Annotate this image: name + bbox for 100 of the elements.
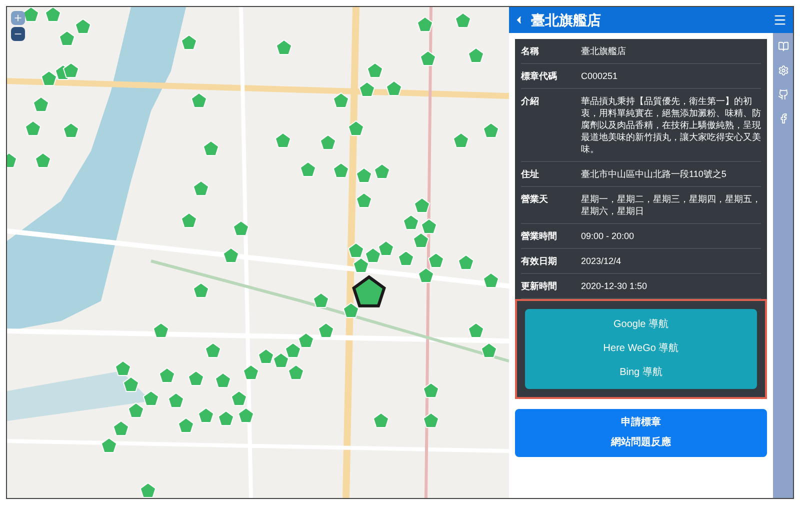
map-marker-icon[interactable] [100, 437, 118, 453]
map-marker-icon[interactable] [32, 96, 50, 112]
map-marker-icon[interactable] [348, 120, 364, 136]
map-marker-icon[interactable] [276, 39, 292, 55]
map-marker-icon[interactable] [122, 376, 140, 392]
map-marker-icon[interactable] [198, 407, 214, 423]
map-marker-icon[interactable] [372, 412, 390, 428]
map-marker-icon[interactable] [242, 364, 260, 380]
navigation-link[interactable]: Google 導航 [613, 313, 669, 337]
map-marker-icon[interactable] [378, 240, 394, 256]
map-marker-icon[interactable] [190, 92, 208, 108]
map-marker-icon[interactable] [374, 163, 390, 179]
map-marker-icon[interactable] [398, 250, 414, 266]
map-marker-icon[interactable] [192, 282, 210, 298]
map-marker-icon[interactable] [482, 272, 500, 288]
map-marker-icon[interactable] [202, 140, 220, 156]
map-marker-icon[interactable] [158, 367, 176, 383]
map-marker-icon[interactable] [418, 267, 434, 283]
map-marker-icon[interactable] [358, 81, 376, 97]
map-marker-icon[interactable] [40, 70, 58, 86]
github-icon[interactable] [778, 89, 788, 100]
zoom-out-button[interactable] [11, 27, 25, 41]
action-link[interactable]: 申請標章 [621, 413, 661, 433]
map-marker-icon[interactable] [188, 370, 204, 386]
map-marker-icon[interactable] [62, 122, 80, 138]
map-marker-icon[interactable] [230, 390, 248, 406]
map-marker-icon[interactable] [22, 7, 40, 22]
map-marker-icon[interactable] [420, 50, 436, 66]
map-marker-icon[interactable] [458, 254, 474, 270]
map-marker-icon[interactable] [44, 7, 62, 22]
map-marker-icon[interactable] [114, 360, 132, 376]
map-marker-icon[interactable] [366, 62, 384, 78]
map-marker-icon[interactable] [468, 47, 484, 63]
map-marker-icon[interactable] [238, 407, 254, 423]
map-marker-icon[interactable] [218, 410, 234, 426]
action-link[interactable]: 網站問題反應 [611, 433, 671, 453]
map-marker-icon[interactable] [332, 92, 350, 108]
map-marker-icon[interactable] [356, 192, 372, 208]
map-marker-icon[interactable] [300, 161, 316, 177]
map-marker-icon[interactable] [352, 257, 370, 273]
map-marker-icon[interactable] [412, 232, 430, 248]
map-marker-icon[interactable] [356, 167, 372, 183]
map-marker-icon[interactable] [232, 220, 250, 236]
book-icon[interactable] [778, 41, 788, 52]
map-marker-icon[interactable] [428, 252, 444, 268]
map-marker-icon[interactable] [452, 132, 470, 148]
detail-label: 住址 [521, 168, 540, 180]
settings-icon[interactable] [778, 65, 788, 76]
map-marker-icon[interactable] [62, 62, 80, 78]
map-marker-icon[interactable] [74, 18, 92, 34]
map-marker-icon[interactable] [258, 348, 274, 364]
map-marker-icon[interactable] [298, 332, 314, 348]
panel-title: 臺北旗艦店 [531, 10, 602, 30]
map-marker-icon[interactable] [284, 342, 302, 358]
detail-value: 09:00 - 20:00 [581, 230, 636, 242]
map-marker-icon[interactable] [214, 372, 232, 388]
map-marker-icon[interactable] [204, 342, 222, 358]
map-marker-icon[interactable] [480, 342, 498, 358]
navigation-link[interactable]: Here WeGo 導航 [603, 337, 679, 361]
map-marker-icon[interactable] [312, 292, 330, 308]
map-marker-icon[interactable] [274, 132, 292, 148]
map-marker-icon[interactable] [364, 247, 382, 263]
map-marker-icon[interactable] [420, 218, 438, 234]
map-marker-icon[interactable] [24, 120, 42, 136]
map-marker-icon[interactable] [288, 364, 304, 380]
map-marker-icon[interactable] [180, 212, 198, 228]
detail-label: 名稱 [521, 45, 540, 57]
map-marker-icon[interactable] [348, 242, 364, 258]
detail-label: 標章代碼 [521, 70, 558, 82]
map-marker-icon[interactable] [272, 352, 290, 368]
map-marker-icon[interactable] [34, 152, 52, 168]
map-marker-icon[interactable] [178, 417, 194, 433]
map-marker-icon[interactable] [7, 152, 18, 168]
map-marker-icon[interactable] [58, 30, 76, 46]
map-marker-icon[interactable] [342, 302, 360, 318]
map-marker-icon[interactable] [128, 402, 144, 418]
map-marker-icon[interactable] [180, 34, 198, 50]
map-marker-icon[interactable] [192, 180, 210, 196]
detail-value: 2023/12/4 [581, 255, 622, 267]
map-marker-icon[interactable] [468, 322, 484, 338]
navigation-link[interactable]: Bing 導航 [620, 361, 662, 385]
map-marker-icon[interactable] [454, 12, 472, 28]
map-marker-icon[interactable] [152, 322, 170, 338]
selected-marker-icon[interactable] [352, 275, 386, 308]
map-marker-icon[interactable] [416, 16, 434, 32]
map-marker-icon[interactable] [142, 390, 160, 406]
map-marker-icon[interactable] [422, 382, 440, 398]
map-marker-icon[interactable] [168, 392, 184, 408]
map-marker-icon[interactable] [422, 412, 440, 428]
menu-icon[interactable] [773, 13, 787, 27]
map-marker-icon[interactable] [222, 247, 240, 263]
detail-label: 營業天 [521, 193, 549, 206]
map-marker-icon[interactable] [386, 80, 402, 96]
map-marker-icon[interactable] [140, 482, 156, 498]
map-marker-icon[interactable] [320, 134, 336, 150]
map-marker-icon[interactable] [332, 162, 350, 178]
map-marker-icon[interactable] [318, 322, 334, 338]
map-marker-icon[interactable] [402, 214, 420, 230]
map-marker-icon[interactable] [482, 122, 500, 138]
map-marker-icon[interactable] [414, 197, 430, 213]
